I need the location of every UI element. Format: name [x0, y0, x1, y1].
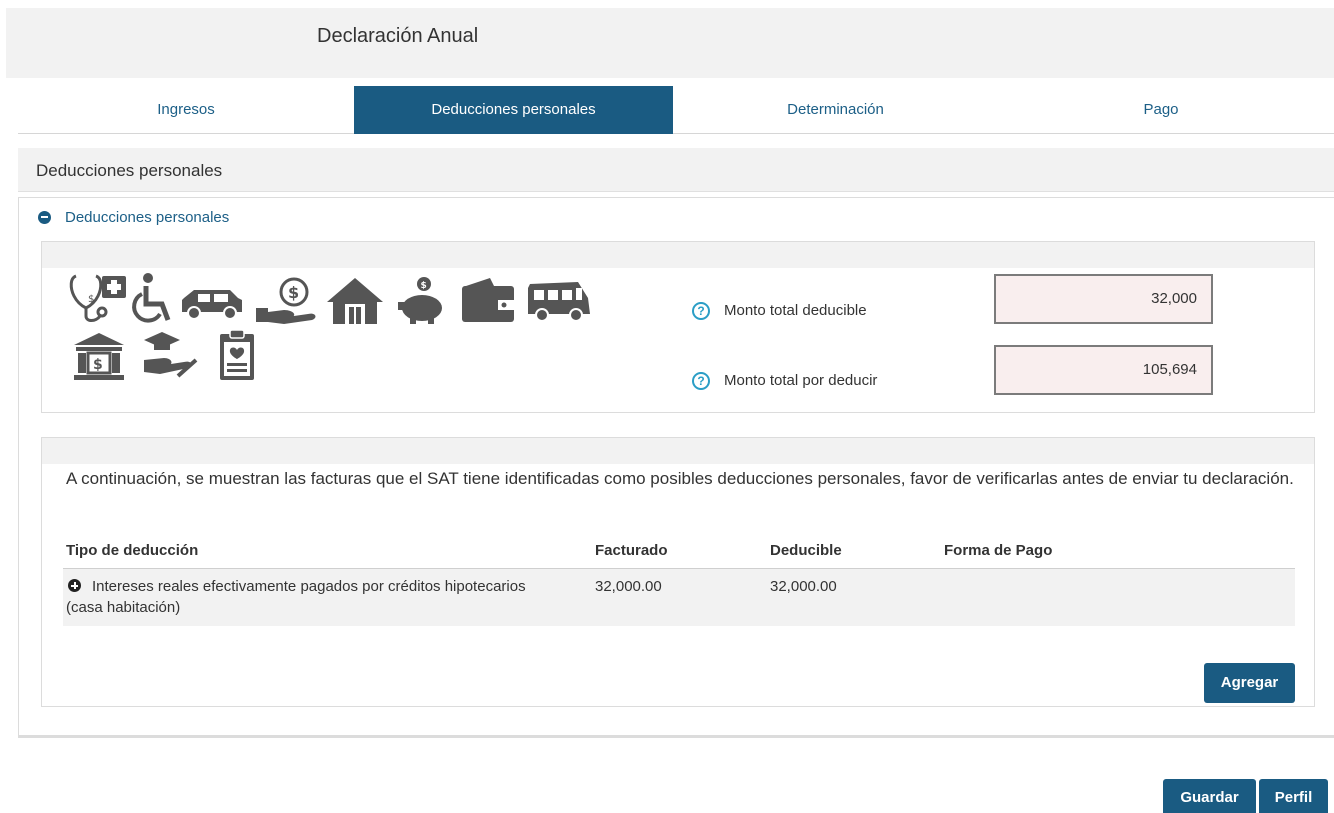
row-tipo-deduccion: Intereses reales efectivamente pagados p… — [66, 578, 526, 616]
row-facturado: 32,000.00 — [595, 578, 662, 595]
deducible-amount-field: 32,000 — [994, 274, 1213, 324]
column-header-forma-pago: Forma de Pago — [944, 542, 1053, 559]
column-header-tipo: Tipo de deducción — [66, 542, 199, 559]
medical-clipboard-icon[interactable] — [218, 328, 256, 382]
disability-icon[interactable] — [130, 272, 176, 326]
house-icon[interactable] — [325, 276, 385, 326]
section-header: Deducciones personales — [18, 148, 1334, 192]
tab-determinacion[interactable]: Determinación — [673, 86, 998, 134]
help-por-deducir-icon[interactable]: ? — [692, 372, 710, 390]
svg-text:$: $ — [88, 294, 94, 305]
column-header-facturado: Facturado — [595, 542, 668, 559]
minus-circle-icon — [38, 210, 51, 224]
row-deducible: 32,000.00 — [770, 578, 837, 595]
svg-text:$: $ — [93, 357, 103, 373]
column-header-deducible: Deducible — [770, 542, 842, 559]
funeral-car-icon[interactable] — [180, 286, 244, 320]
por-deducir-amount-field: 105,694 — [994, 345, 1213, 395]
card-strip — [42, 438, 1314, 464]
help-deducible-icon[interactable]: ? — [692, 302, 710, 320]
wallet-icon[interactable] — [460, 276, 516, 324]
education-icon[interactable] — [142, 330, 198, 382]
profile-button[interactable]: Perfil — [1259, 779, 1328, 813]
add-button[interactable]: Agregar — [1204, 663, 1295, 703]
tab-pago[interactable]: Pago — [998, 86, 1324, 134]
step-tabs: Ingresos Deducciones personales Determin… — [18, 86, 1334, 134]
medical-expenses-icon[interactable]: $ — [68, 272, 130, 324]
collapse-deductions-label: Deducciones personales — [65, 208, 230, 226]
bank-icon[interactable]: $ — [72, 331, 126, 381]
por-deducir-label: Monto total por deducir — [724, 372, 878, 389]
invoices-intro-text: A continuación, se muestran las facturas… — [66, 469, 1294, 488]
save-button[interactable]: Guardar — [1163, 779, 1256, 813]
school-bus-icon[interactable] — [526, 278, 592, 324]
page-header: Declaración Anual — [6, 8, 1334, 78]
tab-ingresos[interactable]: Ingresos — [18, 86, 354, 134]
svg-text:$: $ — [288, 283, 299, 302]
section-title: Deducciones personales — [36, 161, 223, 180]
tab-deducciones-personales[interactable]: Deducciones personales — [354, 86, 673, 134]
page-title: Declaración Anual — [317, 25, 479, 47]
card-strip — [42, 242, 1314, 268]
donation-icon[interactable]: $ — [254, 276, 320, 324]
svg-text:$: $ — [421, 281, 427, 291]
deducible-label: Monto total deducible — [724, 302, 867, 319]
piggy-bank-icon[interactable]: $ — [396, 276, 448, 326]
collapse-deductions-toggle[interactable]: Deducciones personales — [38, 207, 229, 227]
